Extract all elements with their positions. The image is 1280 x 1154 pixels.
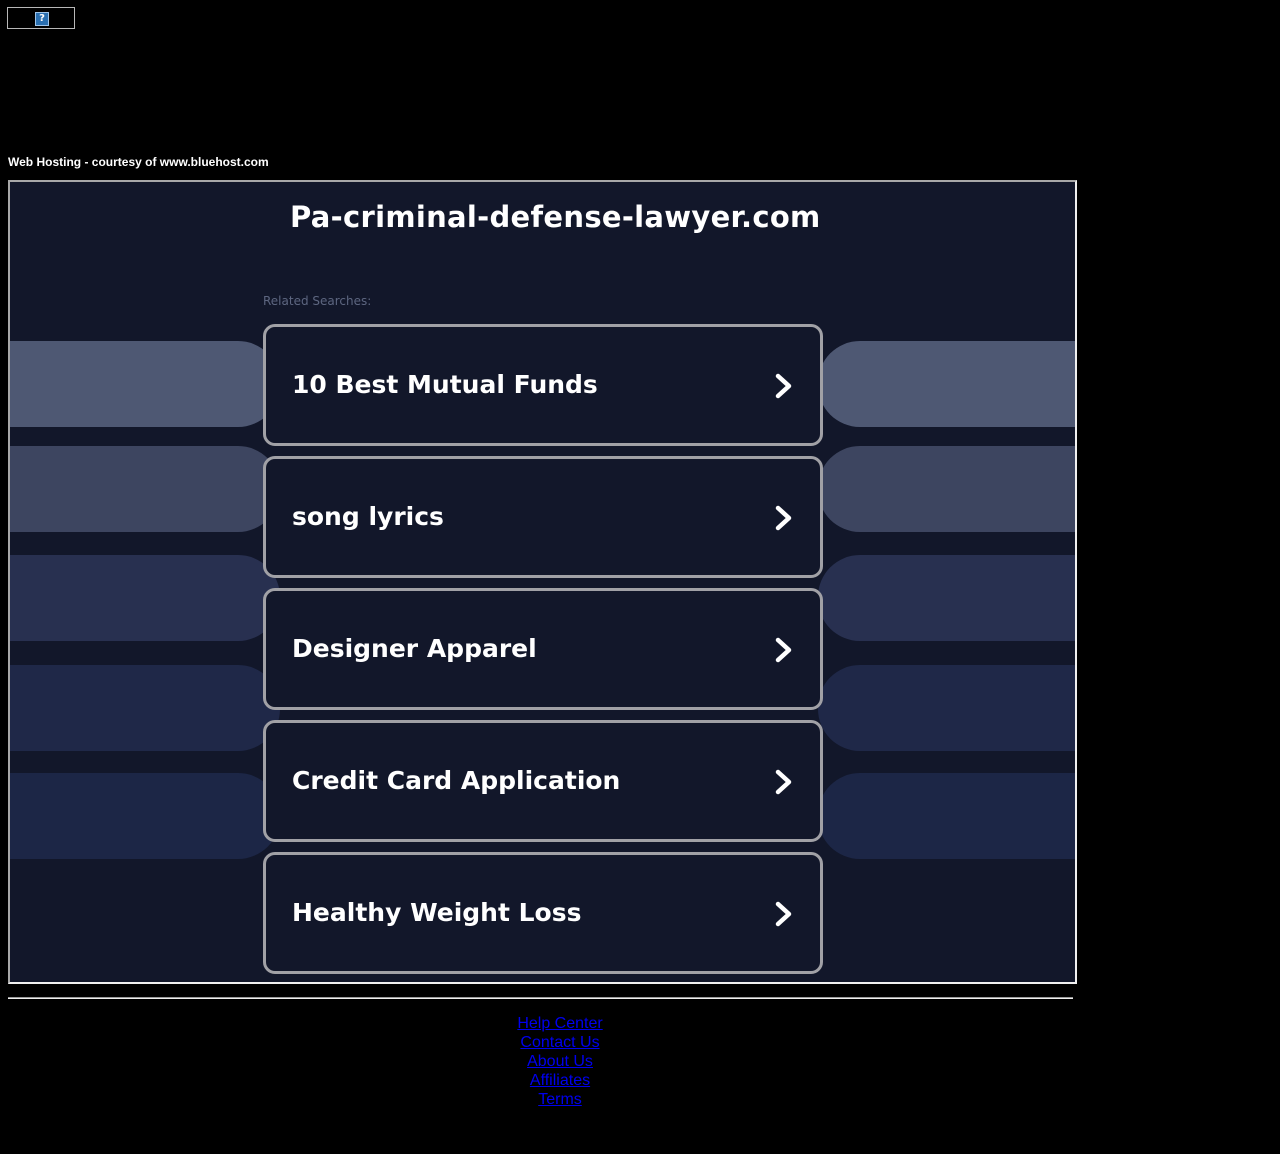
related-search-label: song lyrics (292, 502, 444, 531)
page-title: Pa-criminal-defense-lawyer.com (290, 200, 821, 234)
decorative-pill-right (818, 665, 1075, 751)
footer-divider (8, 997, 1073, 999)
related-search-label: Designer Apparel (292, 634, 537, 663)
related-search-label: Healthy Weight Loss (292, 898, 582, 927)
footer-link-terms[interactable]: Terms (460, 1090, 660, 1109)
decorative-pill-right (818, 341, 1075, 427)
chevron-right-icon (775, 901, 792, 927)
footer-link-help-center[interactable]: Help Center (460, 1014, 660, 1033)
related-search-label: 10 Best Mutual Funds (292, 370, 598, 399)
broken-image-icon[interactable]: ? (35, 12, 49, 26)
footer-link-contact-us[interactable]: Contact Us (460, 1033, 660, 1052)
related-search-link[interactable]: 10 Best Mutual Funds (263, 324, 823, 446)
decorative-pill-left (10, 341, 280, 427)
related-search-link[interactable]: Credit Card Application (263, 720, 823, 842)
decorative-pill-right (818, 555, 1075, 641)
hosting-courtesy-text: Web Hosting - courtesy of www.bluehost.c… (8, 155, 269, 169)
decorative-pill-right (818, 773, 1075, 859)
chevron-right-icon (775, 637, 792, 663)
decorative-pill-left (10, 665, 280, 751)
related-search-link[interactable]: song lyrics (263, 456, 823, 578)
decorative-pill-left (10, 555, 280, 641)
footer-links: Help Center Contact Us About Us Affiliat… (460, 1014, 660, 1109)
footer-link-about-us[interactable]: About Us (460, 1052, 660, 1071)
related-search-link[interactable]: Healthy Weight Loss (263, 852, 823, 974)
decorative-pill-left (10, 773, 280, 859)
chevron-right-icon (775, 769, 792, 795)
related-search-label: Credit Card Application (292, 766, 621, 795)
chevron-right-icon (775, 505, 792, 531)
chevron-right-icon (775, 373, 792, 399)
decorative-pill-right (818, 446, 1075, 532)
top-banner-frame[interactable]: ? (7, 7, 75, 29)
related-search-link[interactable]: Designer Apparel (263, 588, 823, 710)
decorative-pill-left (10, 446, 280, 532)
footer-link-affiliates[interactable]: Affiliates (460, 1071, 660, 1090)
parked-domain-frame: Pa-criminal-defense-lawyer.com Related S… (8, 180, 1077, 984)
related-searches-label: Related Searches: (263, 294, 372, 308)
